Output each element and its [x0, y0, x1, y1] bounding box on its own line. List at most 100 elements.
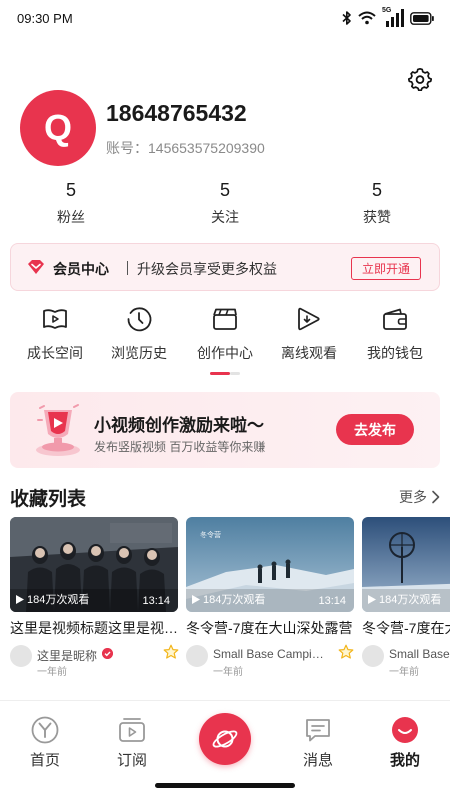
- nav-home[interactable]: 首页: [15, 715, 75, 770]
- stat-value: 5: [65, 180, 76, 200]
- activate-vip-button[interactable]: 立即开通: [351, 257, 421, 280]
- subscribe-icon: [119, 718, 145, 742]
- message-icon: [306, 719, 330, 742]
- quick-item-label: 离线观看: [281, 345, 337, 361]
- vip-description: 升级会员享受更多权益: [137, 261, 277, 277]
- planet-icon: [212, 730, 238, 748]
- battery-icon: [410, 11, 434, 25]
- stat-following[interactable]: 5 关注: [180, 180, 270, 227]
- favorite-card[interactable]: 184万次观看 13:14 这里是视频标题这里是视频标题 这里是昵称 一年前: [10, 517, 179, 678]
- status-time: 09:30 PM: [17, 11, 73, 26]
- stat-label: 粉丝: [57, 209, 85, 225]
- quick-item-label: 浏览历史: [111, 345, 167, 361]
- view-count-text: 184万次观看: [27, 594, 90, 606]
- quick-menu: 成长空间 浏览历史 创作中心 离线观看 我的钱包: [0, 305, 450, 375]
- chevron-right-icon: [432, 490, 440, 504]
- vip-card[interactable]: 会员中心 升级会员享受更多权益 立即开通: [10, 243, 440, 291]
- view-count: 184万次观看: [192, 591, 265, 607]
- video-title[interactable]: 冬令营-7度在大山深处露营: [186, 618, 354, 638]
- center-discover-button[interactable]: [199, 713, 251, 765]
- account-number: 账号：145653575209390: [106, 140, 265, 156]
- favorite-star-icon[interactable]: [163, 644, 179, 660]
- status-icons: 5G: [342, 7, 434, 27]
- stat-label: 关注: [211, 209, 239, 225]
- nav-subscribe[interactable]: 订阅: [102, 715, 162, 770]
- stat-value: 5: [371, 180, 382, 200]
- quick-menu-page-indicator: [210, 372, 240, 375]
- author-name[interactable]: Small Base: [389, 647, 450, 661]
- play-icon: [192, 594, 200, 604]
- home-y-icon: [31, 716, 59, 744]
- verified-badge-icon: [102, 648, 113, 659]
- creator-incentive-banner[interactable]: 小视频创作激励来啦～ 发布竖版视频 百万收益等你来赚 去发布: [10, 392, 440, 468]
- download-play-icon: [298, 307, 320, 331]
- author-name[interactable]: 这里是昵称: [37, 647, 97, 664]
- favorite-star-icon[interactable]: [338, 644, 354, 660]
- avatar-letter: Q: [43, 107, 72, 148]
- favorite-card[interactable]: 冬令营 184万次观看 13:14 冬令营-7度在大山深处露营 Small Ba…: [186, 517, 354, 678]
- status-bar: 09:30 PM 5G: [0, 0, 450, 36]
- nav-label: 我的: [389, 752, 420, 769]
- play-icon: [16, 594, 24, 604]
- more-label: 更多: [399, 489, 427, 505]
- favorites-title: 收藏列表: [10, 489, 87, 510]
- bluetooth-icon: [342, 11, 351, 25]
- avatar[interactable]: Q: [20, 90, 96, 166]
- favorites-more-link[interactable]: 更多: [399, 487, 440, 507]
- video-thumbnail[interactable]: 184万次观看: [362, 517, 450, 612]
- stat-likes[interactable]: 5 获赞: [332, 180, 422, 227]
- post-time: 一年前: [213, 667, 243, 678]
- wallet-icon: [383, 308, 407, 330]
- quick-item-wallet[interactable]: 我的钱包: [350, 305, 440, 363]
- post-time: 一年前: [389, 667, 419, 677]
- video-title[interactable]: 冬令营-7度在大山深处: [362, 618, 450, 638]
- quick-item-growth[interactable]: 成长空间: [10, 305, 100, 363]
- nav-label: 首页: [29, 752, 60, 769]
- wifi-icon: [358, 11, 376, 25]
- video-duration: 13:14: [318, 595, 346, 607]
- cell-signal-icon: 5G: [382, 7, 404, 27]
- video-thumbnail[interactable]: 冬令营 184万次观看 13:14: [186, 517, 354, 612]
- svg-text:冬令营: 冬令营: [200, 530, 221, 539]
- nav-profile[interactable]: 我的: [375, 715, 435, 770]
- stat-fans[interactable]: 5 粉丝: [26, 180, 116, 227]
- nav-label: 订阅: [116, 752, 147, 769]
- video-title[interactable]: 这里是视频标题这里是视频标题: [10, 618, 178, 638]
- publish-button[interactable]: 去发布: [336, 414, 414, 445]
- stat-label: 获赞: [363, 209, 391, 225]
- profile-smile-icon: [392, 717, 418, 743]
- view-count-text: 184万次观看: [203, 594, 266, 606]
- banner-title: 小视频创作激励来啦～: [94, 416, 264, 435]
- vip-diamond-icon: [28, 260, 44, 274]
- stats-row: 5 粉丝 5 关注 5 获赞: [0, 180, 450, 230]
- vip-divider: [127, 261, 128, 275]
- author-name[interactable]: Small Base Camping: [213, 647, 325, 661]
- video-thumbnail[interactable]: 184万次观看 13:14: [10, 517, 178, 612]
- stat-value: 5: [219, 180, 230, 200]
- history-clock-icon: [127, 307, 152, 332]
- author-avatar[interactable]: [10, 645, 32, 667]
- view-count-text: 184万次观看: [379, 594, 442, 606]
- network-type: 5G: [382, 7, 392, 14]
- clapperboard-icon: [213, 308, 237, 330]
- quick-item-label: 创作中心: [197, 345, 253, 361]
- view-count: 184万次观看: [16, 591, 89, 607]
- post-time: 一年前: [37, 667, 67, 678]
- view-count: 184万次观看: [368, 591, 441, 607]
- quick-item-label: 我的钱包: [367, 345, 423, 361]
- vip-title: 会员中心: [53, 261, 109, 277]
- quick-item-creator[interactable]: 创作中心: [180, 305, 270, 363]
- settings-gear-icon[interactable]: [408, 67, 432, 91]
- banner-subtitle: 发布竖版视频 百万收益等你来赚: [94, 440, 266, 454]
- video-duration: 13:14: [142, 595, 170, 607]
- author-avatar[interactable]: [186, 645, 208, 667]
- trophy-illustration-icon: [36, 404, 80, 456]
- favorite-card[interactable]: 184万次观看 冬令营-7度在大山深处 Small Base 一年前: [362, 517, 450, 677]
- nav-messages[interactable]: 消息: [288, 715, 348, 770]
- quick-item-offline[interactable]: 离线观看: [264, 305, 354, 363]
- quick-item-history[interactable]: 浏览历史: [94, 305, 184, 363]
- nav-label: 消息: [302, 752, 333, 769]
- author-avatar[interactable]: [362, 645, 384, 667]
- growth-book-icon: [43, 309, 67, 329]
- username: 18648765432: [106, 100, 247, 126]
